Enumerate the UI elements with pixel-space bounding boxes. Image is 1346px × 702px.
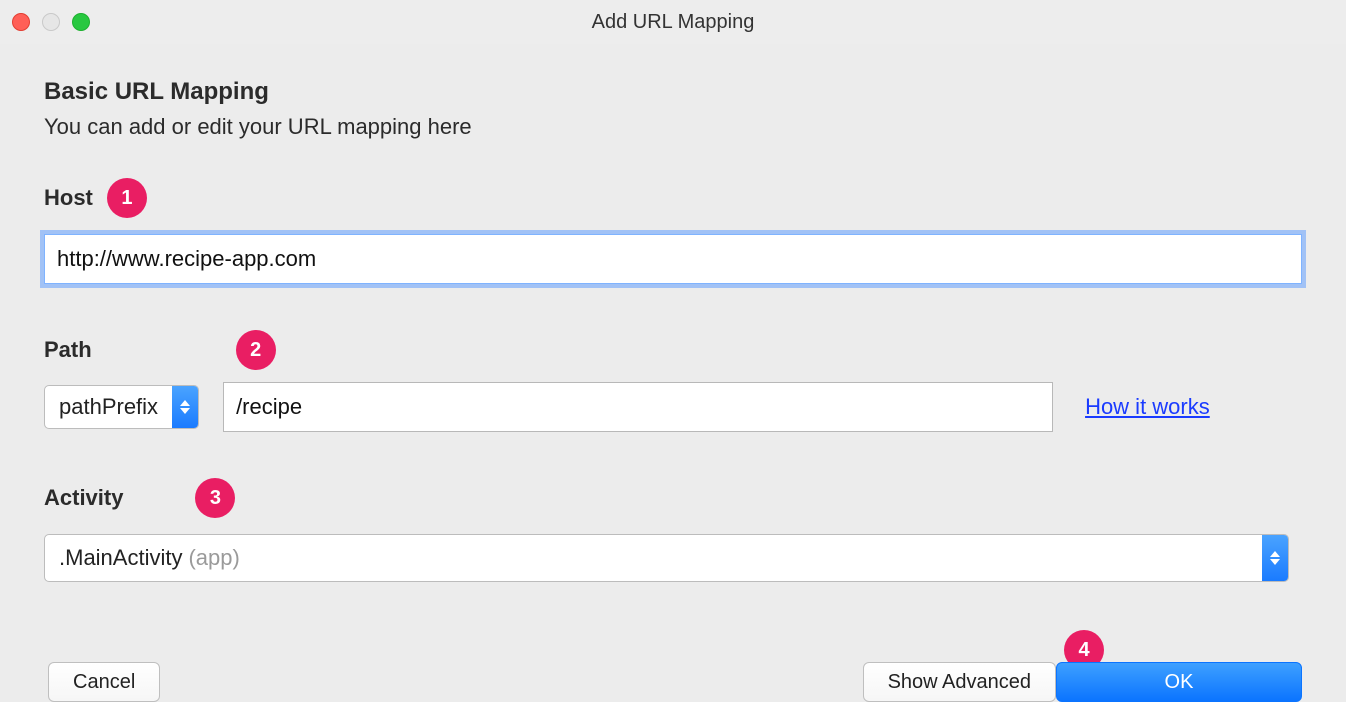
ok-button-wrap: 4 OK <box>1056 662 1302 702</box>
titlebar: Add URL Mapping <box>0 0 1346 44</box>
activity-value-main: .MainActivity <box>59 545 182 571</box>
activity-value: .MainActivity (app) <box>45 535 1262 581</box>
activity-value-suffix: (app) <box>188 545 239 571</box>
ok-button[interactable]: OK <box>1056 662 1302 702</box>
traffic-lights <box>12 13 90 31</box>
activity-field-group: Activity 3 .MainActivity (app) <box>44 476 1302 582</box>
cancel-button[interactable]: Cancel <box>48 662 160 702</box>
chevron-up-icon <box>180 400 190 406</box>
activity-label-row: Activity 3 <box>44 476 1302 520</box>
activity-label: Activity <box>44 485 123 511</box>
window-title: Add URL Mapping <box>0 11 1346 34</box>
host-label-row: Host 1 <box>44 176 1302 220</box>
show-advanced-button[interactable]: Show Advanced <box>863 662 1056 702</box>
annotation-badge-1: 1 <box>107 178 147 218</box>
chevron-up-icon <box>1270 551 1280 557</box>
path-type-select[interactable]: pathPrefix <box>44 385 199 429</box>
stepper-icon <box>1262 535 1288 581</box>
path-row: pathPrefix How it works <box>44 382 1302 432</box>
path-field-group: Path 2 pathPrefix How it works <box>44 328 1302 432</box>
stepper-icon <box>172 386 198 428</box>
activity-select[interactable]: .MainActivity (app) <box>44 534 1289 582</box>
path-input[interactable] <box>223 382 1053 432</box>
window-zoom-icon[interactable] <box>72 13 90 31</box>
path-label-row: Path 2 <box>44 328 1302 372</box>
section-heading: Basic URL Mapping <box>44 78 1302 106</box>
dialog-footer: Cancel Show Advanced 4 OK <box>44 662 1302 702</box>
annotation-badge-2: 2 <box>236 330 276 370</box>
annotation-badge-3: 3 <box>195 478 235 518</box>
dialog-content: Basic URL Mapping You can add or edit yo… <box>0 44 1346 702</box>
window-close-icon[interactable] <box>12 13 30 31</box>
host-field-group: Host 1 <box>44 176 1302 284</box>
path-label: Path <box>44 337 92 363</box>
path-type-value: pathPrefix <box>45 386 172 428</box>
chevron-down-icon <box>180 408 190 414</box>
window-minimize-icon <box>42 13 60 31</box>
how-it-works-link[interactable]: How it works <box>1077 394 1210 420</box>
host-input[interactable] <box>44 234 1302 284</box>
section-subheading: You can add or edit your URL mapping her… <box>44 114 1302 140</box>
chevron-down-icon <box>1270 559 1280 565</box>
host-label: Host <box>44 185 93 211</box>
